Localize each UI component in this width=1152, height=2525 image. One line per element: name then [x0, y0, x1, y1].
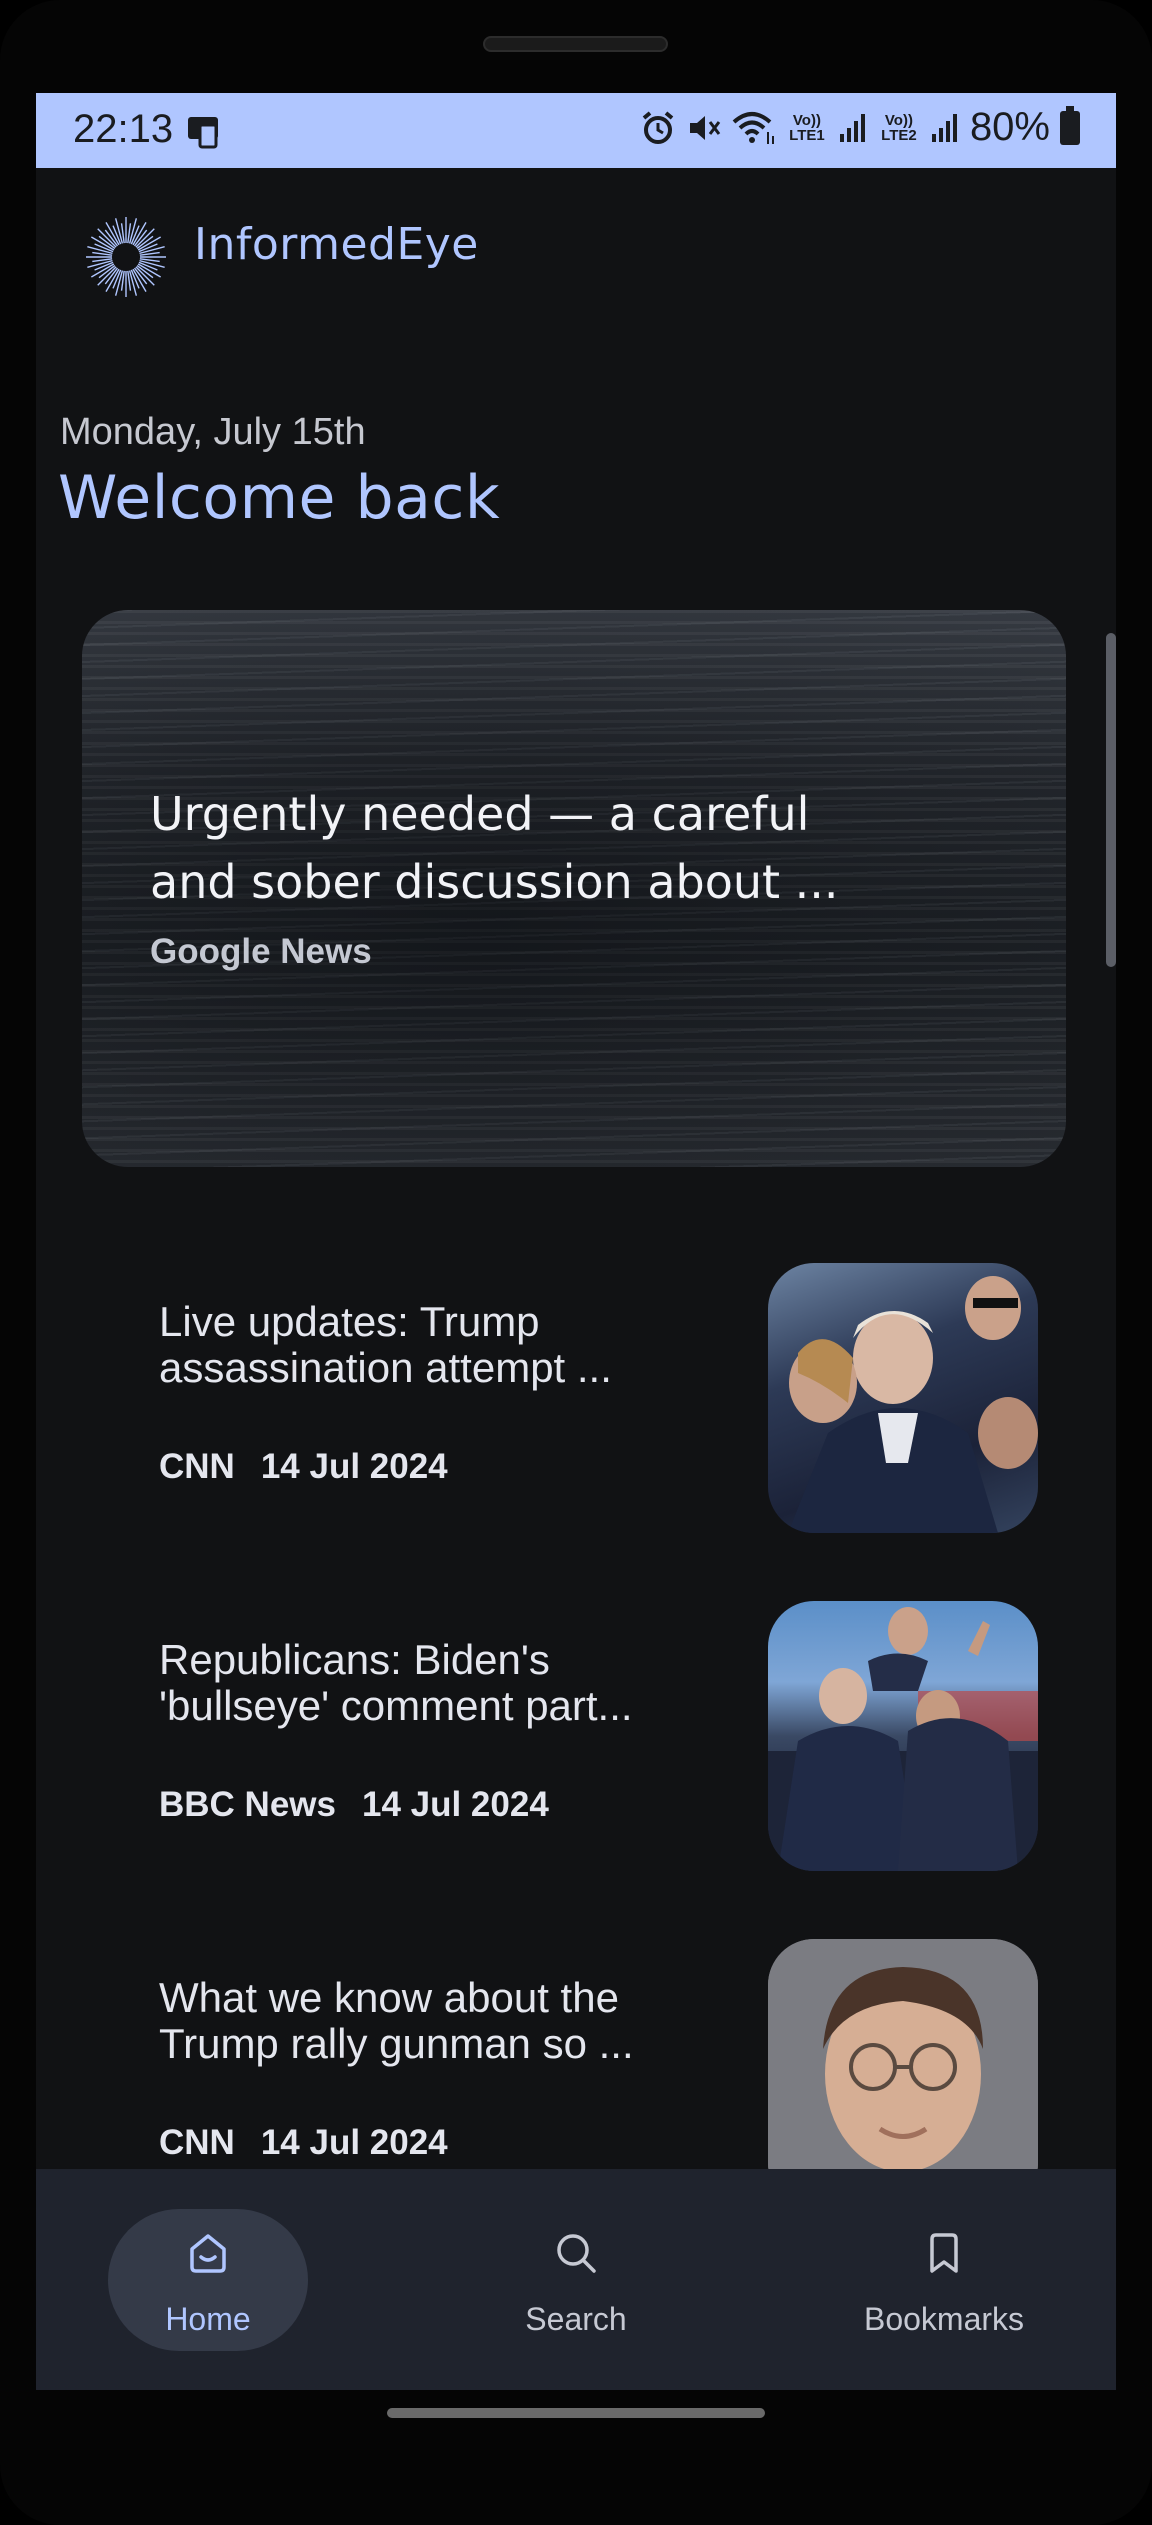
app-name: InformedEye — [194, 219, 479, 270]
nav-bookmarks[interactable]: Bookmarks — [844, 2209, 1044, 2351]
article-title-line-2: 'bullseye' comment part... — [159, 1683, 633, 1729]
screen-cast-icon — [188, 117, 218, 149]
alarm-icon — [642, 110, 674, 144]
current-date: Monday, July 15th — [60, 411, 366, 453]
article-title: Republicans: Biden's 'bullseye' comment … — [159, 1637, 699, 1729]
article-source: BBC News — [159, 1785, 336, 1824]
article-source: CNN — [159, 2123, 235, 2162]
article-date: 14 Jul 2024 — [260, 1447, 448, 1486]
home-icon — [190, 2234, 226, 2273]
sunburst-logo-icon — [86, 217, 166, 297]
featured-article-source: Google News — [150, 932, 372, 971]
article-photo — [788, 1276, 1038, 1533]
article-item[interactable]: Live updates: Trump assassination attemp… — [159, 1263, 1039, 1533]
article-meta: CNN 14 Jul 2024 — [159, 2123, 448, 2163]
article-thumbnail — [768, 1263, 1038, 1533]
wifi-icon — [732, 111, 774, 144]
battery-percentage: 80% — [969, 105, 1050, 149]
article-photo — [768, 1607, 1038, 1871]
earpiece-speaker — [483, 36, 668, 52]
scrollbar[interactable] — [1106, 633, 1116, 967]
app-screen: 22:13 Vo)) LTE1 Vo)) LTE2 80% InformedEy… — [36, 93, 1116, 2390]
article-date: 14 Jul 2024 — [361, 1785, 549, 1824]
nav-search[interactable]: Search — [476, 2209, 676, 2351]
volte2-indicator: Vo)) LTE2 — [881, 111, 917, 144]
article-title-line-1: What we know about the — [159, 1975, 619, 2021]
system-home-indicator[interactable] — [387, 2408, 765, 2418]
status-time: 22:13 — [73, 107, 174, 151]
article-meta: BBC News 14 Jul 2024 — [159, 1785, 549, 1825]
featured-article-title: Urgently needed — a careful and sober di… — [150, 780, 850, 916]
nav-home[interactable]: Home — [108, 2209, 308, 2351]
bottom-navigation: Home Search Bookmarks — [36, 2169, 1116, 2390]
mute-icon — [689, 115, 721, 140]
signal-2-icon — [931, 113, 957, 142]
featured-article-card[interactable]: Urgently needed — a careful and sober di… — [82, 610, 1066, 1167]
article-item[interactable]: Republicans: Biden's 'bullseye' comment … — [159, 1601, 1039, 1871]
search-icon — [557, 2234, 596, 2273]
article-source: CNN — [159, 1447, 235, 1486]
article-title-line-2: assassination attempt ... — [159, 1345, 612, 1391]
status-bar: 22:13 Vo)) LTE1 Vo)) LTE2 80% — [36, 93, 1116, 168]
article-title-line-1: Live updates: Trump — [159, 1299, 540, 1345]
nav-search-label: Search — [525, 2301, 627, 2337]
welcome-heading: Welcome back — [58, 463, 501, 533]
nav-bookmarks-label: Bookmarks — [863, 2301, 1025, 2337]
article-title-line-2: Trump rally gunman so ... — [159, 2021, 634, 2067]
featured-title-line-2: and sober discussion about ... — [150, 855, 839, 909]
bookmark-icon — [930, 2233, 958, 2273]
nav-home-label: Home — [165, 2301, 251, 2337]
article-thumbnail — [768, 1601, 1038, 1871]
battery-icon — [1060, 105, 1080, 145]
article-title-line-1: Republicans: Biden's — [159, 1637, 550, 1683]
signal-1-icon — [839, 113, 865, 142]
status-icons: Vo)) LTE1 Vo)) LTE2 80% — [640, 105, 1080, 150]
phone-frame: 22:13 Vo)) LTE1 Vo)) LTE2 80% InformedEy… — [0, 0, 1152, 2525]
article-date: 14 Jul 2024 — [260, 2123, 448, 2162]
article-title: What we know about the Trump rally gunma… — [159, 1975, 699, 2067]
article-meta: CNN 14 Jul 2024 — [159, 1447, 448, 1487]
featured-title-line-1: Urgently needed — a careful — [150, 787, 810, 841]
volte1-indicator: Vo)) LTE1 — [789, 111, 825, 144]
article-title: Live updates: Trump assassination attemp… — [159, 1299, 699, 1391]
